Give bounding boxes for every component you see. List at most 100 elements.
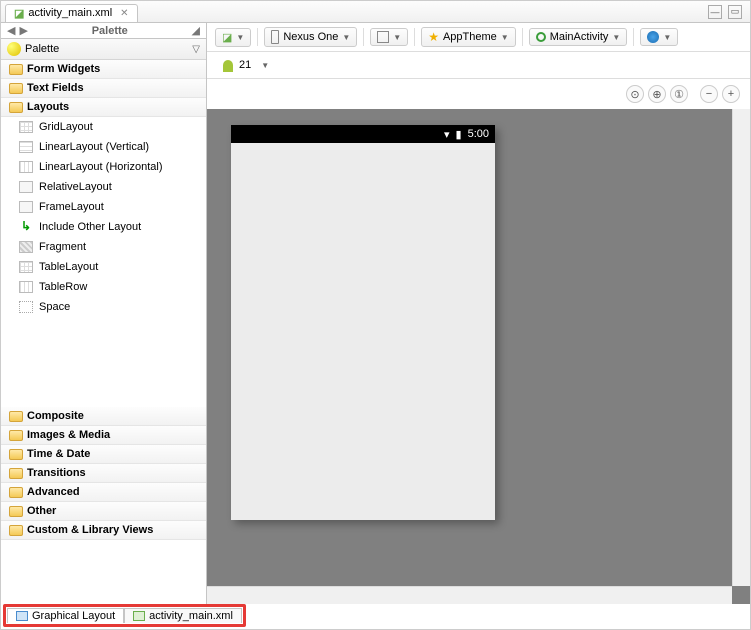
palette-expand-icon[interactable]: ◢: [192, 24, 200, 37]
palette-folder-images-media[interactable]: Images & Media: [1, 426, 206, 445]
activity-name: MainActivity: [550, 31, 609, 43]
palette-item-tablelayout[interactable]: TableLayout: [1, 257, 206, 277]
vertical-scrollbar[interactable]: [732, 109, 750, 586]
device-selector[interactable]: Nexus One ▼: [264, 27, 357, 47]
config-dropdown[interactable]: ◪ ▼: [215, 28, 251, 47]
editor-window-controls: — ▭: [708, 5, 750, 19]
zoom-out-button[interactable]: −: [700, 85, 718, 103]
item-label: RelativeLayout: [39, 181, 112, 193]
android-icon: [221, 58, 235, 72]
minimize-button[interactable]: —: [708, 5, 722, 19]
palette-folder-layouts[interactable]: Layouts: [1, 98, 206, 117]
maximize-button[interactable]: ▭: [728, 5, 742, 19]
zoom-100-button[interactable]: ①: [670, 85, 688, 103]
gridlayout-icon: [19, 121, 33, 133]
folder-label: Composite: [27, 410, 84, 422]
palette-dropdown-icon[interactable]: ▽: [192, 44, 200, 55]
linearlayout-h-icon: [19, 161, 33, 173]
close-tab-icon[interactable]: ✕: [120, 8, 128, 19]
folder-icon: [9, 411, 23, 422]
separator: [633, 28, 634, 46]
preview-status-bar: ▾ ▮ 5:00: [231, 125, 495, 143]
preview-viewport[interactable]: ▾ ▮ 5:00: [207, 109, 750, 604]
folder-icon: [9, 449, 23, 460]
api-level: 21: [239, 59, 251, 71]
item-label: TableRow: [39, 281, 87, 293]
palette-icon: [7, 42, 21, 56]
palette-item-include[interactable]: ↳ Include Other Layout: [1, 217, 206, 237]
separator: [257, 28, 258, 46]
palette-item-linearlayout-horizontal[interactable]: LinearLayout (Horizontal): [1, 157, 206, 177]
tab-xml-source[interactable]: activity_main.xml: [124, 608, 242, 623]
palette-back-icon[interactable]: ◀: [7, 24, 15, 37]
separator: [522, 28, 523, 46]
theme-selector[interactable]: ★ AppTheme ▼: [421, 27, 516, 47]
star-icon: ★: [428, 30, 439, 44]
palette-item-space[interactable]: Space: [1, 297, 206, 317]
palette-header[interactable]: Palette ▽: [1, 39, 206, 60]
palette-folder-text-fields[interactable]: Text Fields: [1, 79, 206, 98]
folder-label: Form Widgets: [27, 63, 100, 75]
palette-folder-transitions[interactable]: Transitions: [1, 464, 206, 483]
fragment-icon: [19, 241, 33, 253]
palette-item-tablerow[interactable]: TableRow: [1, 277, 206, 297]
folder-label: Images & Media: [27, 429, 110, 441]
palette-item-framelayout[interactable]: FrameLayout: [1, 197, 206, 217]
chevron-down-icon: ▼: [236, 33, 244, 42]
include-icon: ↳: [19, 221, 33, 233]
file-tab-label: activity_main.xml: [28, 7, 112, 19]
orientation-selector[interactable]: ▼: [370, 28, 408, 46]
activity-selector[interactable]: MainActivity ▼: [529, 28, 628, 46]
item-label: Include Other Layout: [39, 221, 141, 233]
palette-folder-form-widgets[interactable]: Form Widgets: [1, 60, 206, 79]
folder-icon: [9, 506, 23, 517]
tablerow-icon: [19, 281, 33, 293]
palette-item-fragment[interactable]: Fragment: [1, 237, 206, 257]
tab-label: activity_main.xml: [149, 610, 233, 622]
zoom-fit-button[interactable]: ⊕: [648, 85, 666, 103]
xml-source-icon: [133, 611, 145, 621]
folder-icon: [9, 430, 23, 441]
palette-folder-composite[interactable]: Composite: [1, 407, 206, 426]
relativelayout-icon: [19, 181, 33, 193]
chevron-down-icon: ▼: [261, 61, 269, 70]
palette-header-label: Palette: [25, 43, 59, 55]
palette-folder-time-date[interactable]: Time & Date: [1, 445, 206, 464]
folder-icon: [9, 525, 23, 536]
item-label: LinearLayout (Vertical): [39, 141, 149, 153]
design-toolbar: ◪ ▼ Nexus One ▼ ▼ ★ AppTheme ▼: [207, 23, 750, 52]
space-icon: [19, 301, 33, 313]
tab-graphical-layout[interactable]: Graphical Layout: [7, 608, 124, 623]
main-layout: ◀ ▶ Palette ◢ Palette ▽ Form Widgets Tex…: [1, 23, 750, 604]
palette-sidebar: ◀ ▶ Palette ◢ Palette ▽ Form Widgets Tex…: [1, 23, 207, 604]
chevron-down-icon: ▼: [663, 33, 671, 42]
palette-folder-advanced[interactable]: Advanced: [1, 483, 206, 502]
palette-folder-custom[interactable]: Custom & Library Views: [1, 521, 206, 540]
locale-selector[interactable]: ▼: [640, 28, 678, 46]
palette-item-gridlayout[interactable]: GridLayout: [1, 117, 206, 137]
globe-icon: [647, 31, 659, 43]
file-tab-activity-main[interactable]: ◪ activity_main.xml ✕: [5, 4, 138, 22]
design-canvas-area: ◪ ▼ Nexus One ▼ ▼ ★ AppTheme ▼: [207, 23, 750, 604]
item-label: Fragment: [39, 241, 86, 253]
folder-icon: [9, 83, 23, 94]
editor-tab-bar: ◪ activity_main.xml ✕ — ▭: [1, 1, 750, 23]
palette-folder-other[interactable]: Other: [1, 502, 206, 521]
palette-item-linearlayout-vertical[interactable]: LinearLayout (Vertical): [1, 137, 206, 157]
palette-tree: Form Widgets Text Fields Layouts GridLay…: [1, 60, 206, 604]
horizontal-scrollbar[interactable]: [207, 586, 732, 604]
folder-label: Other: [27, 505, 56, 517]
separator: [414, 28, 415, 46]
zoom-in-button[interactable]: +: [722, 85, 740, 103]
device-preview[interactable]: ▾ ▮ 5:00: [231, 125, 495, 520]
folder-label: Custom & Library Views: [27, 524, 153, 536]
device-name: Nexus One: [283, 31, 338, 43]
zoom-reset-button[interactable]: ⊙: [626, 85, 644, 103]
separator: [363, 28, 364, 46]
api-level-selector[interactable]: 21 ▼: [215, 56, 275, 74]
editor-mode-tabs: Graphical Layout activity_main.xml: [3, 604, 246, 627]
preview-layout-body[interactable]: [231, 143, 495, 520]
palette-forward-icon[interactable]: ▶: [19, 24, 27, 37]
device-icon: [271, 30, 279, 44]
palette-item-relativelayout[interactable]: RelativeLayout: [1, 177, 206, 197]
